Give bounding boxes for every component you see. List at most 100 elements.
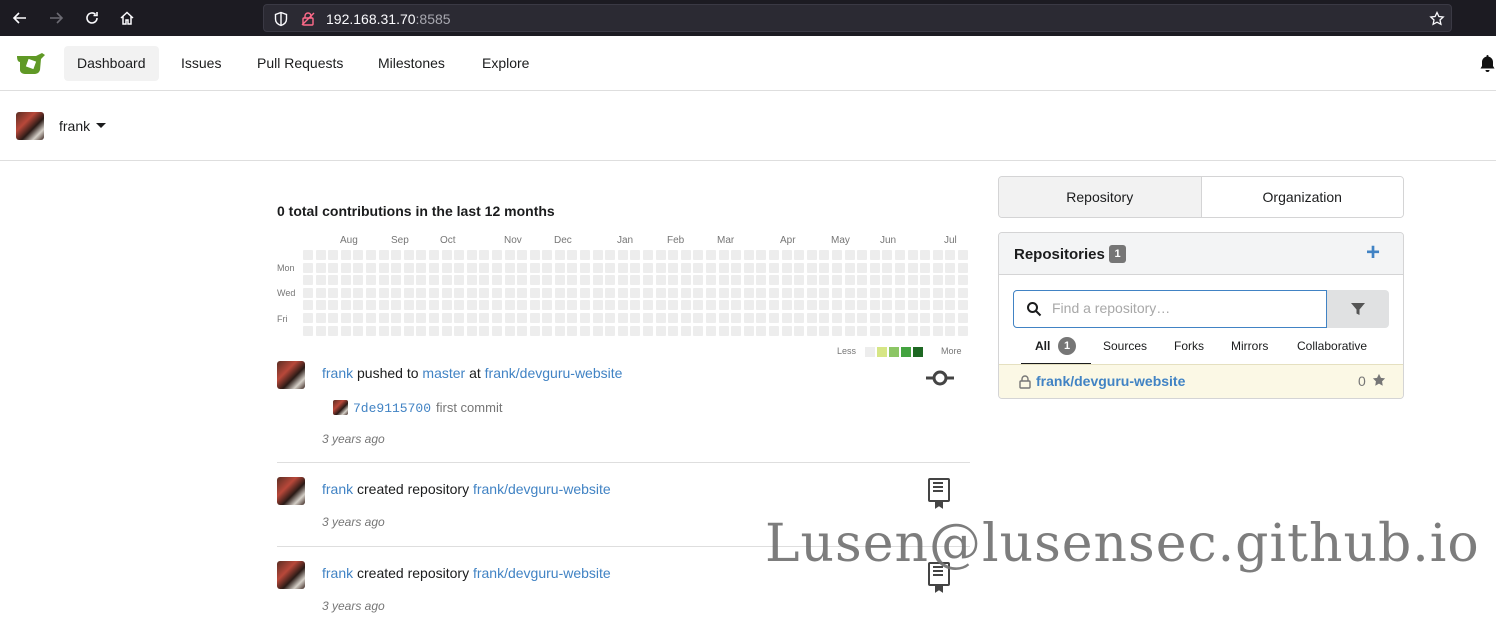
heatmap-cell — [403, 275, 414, 286]
heatmap-cell — [731, 325, 742, 336]
heatmap-cell — [542, 287, 553, 298]
heatmap-cell — [315, 300, 326, 311]
heatmap-cell — [894, 325, 905, 336]
heatmap-cell — [353, 262, 364, 273]
tab-repository[interactable]: Repository — [999, 177, 1202, 217]
month-label: Dec — [554, 235, 572, 246]
avatar[interactable] — [16, 112, 44, 140]
repo-tab-forks[interactable]: Forks — [1174, 335, 1204, 365]
feed-user-link[interactable]: frank — [322, 365, 353, 381]
heatmap-cell — [743, 250, 754, 260]
heatmap-cell — [428, 275, 439, 286]
heatmap-cell — [894, 312, 905, 323]
git-commit-icon — [926, 370, 954, 386]
heatmap-cell — [706, 287, 716, 298]
repo-search-field[interactable] — [1013, 290, 1327, 328]
heatmap-cell — [781, 312, 792, 323]
repo-tab-sources[interactable]: Sources — [1103, 335, 1147, 365]
notification-bell-icon[interactable] — [1479, 55, 1496, 73]
feed-branch-link[interactable]: master — [422, 365, 465, 381]
heatmap-cell — [668, 325, 679, 336]
menu-dashboard[interactable]: Dashboard — [64, 46, 159, 81]
filter-button[interactable] — [1327, 290, 1389, 328]
feed-time: 3 years ago — [322, 599, 385, 613]
heatmap-cell — [466, 312, 477, 323]
heatmap-cell — [643, 312, 654, 323]
heatmap-cell — [391, 312, 402, 323]
repo-tab-all[interactable]: All — [1021, 335, 1091, 365]
heatmap-cell — [517, 287, 528, 298]
avatar[interactable] — [277, 361, 305, 389]
heatmap-cell — [668, 262, 679, 273]
avatar[interactable] — [277, 477, 305, 505]
repo-tab-collaborative[interactable]: Collaborative — [1297, 335, 1367, 365]
legend-swatch — [901, 347, 911, 357]
heatmap-cell — [403, 287, 414, 298]
feed-text: frank created repository frank/devguru-w… — [322, 565, 611, 581]
gitea-logo-icon[interactable] — [16, 50, 46, 76]
heatmap-cell — [857, 275, 868, 286]
heatmap-cell — [768, 250, 779, 260]
star-icon — [1372, 373, 1386, 386]
feed-repo-link[interactable]: frank/devguru-website — [473, 565, 611, 581]
repo-list-item[interactable]: frank/devguru-website 0 — [999, 364, 1403, 398]
heatmap-cell — [403, 300, 414, 311]
repo-search-input[interactable] — [1052, 300, 1312, 316]
heatmap-cell — [768, 312, 779, 323]
menu-milestones[interactable]: Milestones — [365, 46, 458, 81]
heatmap-cell — [303, 250, 313, 260]
heatmap-cell — [303, 287, 313, 298]
repo-name-link[interactable]: frank/devguru-website — [1036, 373, 1185, 389]
back-icon[interactable] — [8, 6, 32, 30]
heatmap-cell — [580, 300, 591, 311]
heatmap-cell — [831, 275, 842, 286]
forward-icon[interactable] — [44, 6, 68, 30]
heatmap-cell — [617, 300, 628, 311]
avatar[interactable] — [277, 561, 305, 589]
insecure-lock-icon[interactable] — [300, 11, 316, 27]
heatmap-cell — [592, 312, 603, 323]
heatmap-cell — [353, 312, 364, 323]
heatmap-cell — [365, 250, 376, 260]
heatmap-cell — [920, 262, 931, 273]
heatmap-grid — [303, 250, 969, 338]
menu-pull-requests[interactable]: Pull Requests — [244, 46, 356, 81]
heatmap-cell — [869, 300, 880, 311]
heatmap-cell — [391, 300, 402, 311]
menu-explore[interactable]: Explore — [469, 46, 542, 81]
heatmap-cell — [580, 275, 591, 286]
heatmap-cell — [353, 250, 364, 260]
repo-tab-all-label: All — [1035, 339, 1051, 353]
feed-user-link[interactable]: frank — [322, 565, 353, 581]
commit-sha-link[interactable]: 7de9115700 — [353, 401, 431, 416]
bookmark-star-icon[interactable] — [1429, 11, 1445, 27]
repo-tab-mirrors[interactable]: Mirrors — [1231, 335, 1268, 365]
heatmap-cell — [668, 300, 679, 311]
heatmap-cell — [315, 275, 326, 286]
reload-icon[interactable] — [80, 6, 104, 30]
heatmap-cell — [567, 250, 578, 260]
avatar[interactable] — [333, 400, 348, 415]
heatmap-cell — [441, 325, 452, 336]
heatmap-cell — [340, 275, 351, 286]
heatmap-cell — [894, 275, 905, 286]
heatmap-cell — [353, 287, 364, 298]
heatmap-cell — [504, 312, 515, 323]
heatmap-cell — [303, 312, 313, 323]
heatmap-cell — [844, 262, 855, 273]
address-bar[interactable]: 192.168.31.70:8585 — [263, 4, 1452, 32]
tab-organization[interactable]: Organization — [1201, 177, 1403, 217]
heatmap-cell — [945, 262, 956, 273]
context-user-name[interactable]: frank — [59, 118, 90, 134]
shield-icon[interactable] — [273, 11, 289, 27]
feed-repo-link[interactable]: frank/devguru-website — [485, 365, 623, 381]
home-icon[interactable] — [115, 6, 139, 30]
menu-issues[interactable]: Issues — [168, 46, 234, 81]
heatmap-cell — [328, 325, 339, 336]
feed-repo-link[interactable]: frank/devguru-website — [473, 481, 611, 497]
add-repository-icon[interactable]: + — [1366, 241, 1380, 265]
heatmap-cell — [542, 312, 553, 323]
feed-user-link[interactable]: frank — [322, 481, 353, 497]
heatmap-cell — [932, 262, 943, 273]
dropdown-caret-icon[interactable] — [96, 123, 106, 128]
